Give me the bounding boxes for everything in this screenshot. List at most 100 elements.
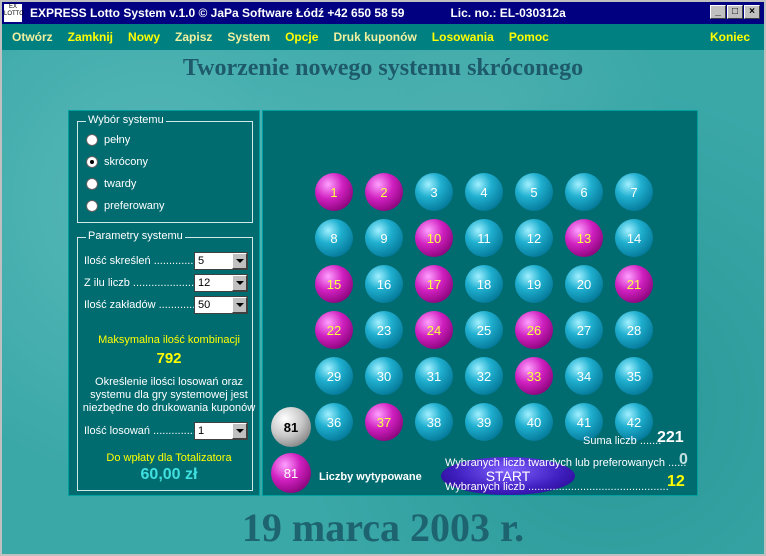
app-logo-icon[interactable]: EX LOTTO	[4, 4, 24, 22]
draws-note: Określenie ilości losowań oraz systemu d…	[82, 376, 256, 414]
menu-bar: Otwórz Zamknij Nowy Zapisz System Opcje …	[2, 24, 764, 50]
number-ball-33[interactable]: 33	[515, 357, 553, 395]
draws-select[interactable]: 1	[194, 422, 248, 440]
radio-checked-icon[interactable]	[86, 156, 98, 168]
number-ball-26[interactable]: 26	[515, 311, 553, 349]
chosen-numbers-value: 12	[667, 473, 685, 490]
params-title: Parametry systemu	[86, 230, 185, 242]
radio-reduced[interactable]: skrócony	[86, 156, 148, 168]
number-ball-7[interactable]: 7	[615, 173, 653, 211]
menu-options[interactable]: Opcje	[285, 30, 318, 44]
bets-select[interactable]: 50	[194, 296, 248, 314]
number-ball-9[interactable]: 9	[365, 219, 403, 257]
number-ball-32[interactable]: 32	[465, 357, 503, 395]
number-ball-17[interactable]: 17	[415, 265, 453, 303]
settings-panel: Wybór systemu pełny skrócony twardy pref…	[68, 110, 260, 496]
marks-select[interactable]: 5	[194, 252, 248, 270]
legend-selected-label: Liczby wytypowane	[319, 471, 422, 483]
number-ball-6[interactable]: 6	[565, 173, 603, 211]
maximize-button[interactable]: □	[727, 5, 743, 19]
chosen-count-ball: 81	[271, 453, 311, 493]
radio-hard[interactable]: twardy	[86, 178, 136, 190]
radio-icon[interactable]	[86, 134, 98, 146]
number-ball-11[interactable]: 11	[465, 219, 503, 257]
chosen-numbers-label: Wybranych liczb ........................…	[445, 481, 669, 493]
number-ball-25[interactable]: 25	[465, 311, 503, 349]
number-board-panel: 1 2 3 4 5 6 7 8 9 10 11 12 13 14 15 16 17 18 19 20 21 22 23 24 2…	[262, 110, 698, 496]
menu-draws[interactable]: Losowania	[432, 30, 494, 44]
number-ball-39[interactable]: 39	[465, 403, 503, 441]
number-ball-38[interactable]: 38	[415, 403, 453, 441]
max-combinations-label: Maksymalna ilość kombinacji	[98, 334, 240, 346]
params-group: Parametry systemu Ilość skreśleń .......…	[77, 230, 256, 491]
param-bets-row: Ilość zakładów ............ 50	[84, 296, 252, 314]
sum-label: Suma liczb .......	[583, 435, 662, 447]
hard-preferred-value: 0	[679, 451, 688, 468]
menu-help[interactable]: Pomoc	[509, 30, 549, 44]
chevron-down-icon[interactable]	[232, 275, 247, 291]
number-ball-15[interactable]: 15	[315, 265, 353, 303]
menu-open[interactable]: Otwórz	[12, 30, 53, 44]
menu-print-coupons[interactable]: Druk kuponów	[333, 30, 416, 44]
number-ball-22[interactable]: 22	[315, 311, 353, 349]
number-ball-20[interactable]: 20	[565, 265, 603, 303]
number-ball-8[interactable]: 8	[315, 219, 353, 257]
sum-value: 221	[657, 429, 684, 446]
number-ball-30[interactable]: 30	[365, 357, 403, 395]
license-number: Lic. no.: EL-030312a	[450, 6, 566, 20]
number-ball-4[interactable]: 4	[465, 173, 503, 211]
menu-system[interactable]: System	[227, 30, 270, 44]
number-ball-27[interactable]: 27	[565, 311, 603, 349]
number-ball-28[interactable]: 28	[615, 311, 653, 349]
from-numbers-select[interactable]: 12	[194, 274, 248, 292]
number-ball-40[interactable]: 40	[515, 403, 553, 441]
number-ball-18[interactable]: 18	[465, 265, 503, 303]
date-label: 19 marca 2003 r.	[241, 505, 525, 550]
menu-close[interactable]: Zamknij	[68, 30, 113, 44]
param-from-row: Z ilu liczb .................... 12	[84, 274, 252, 292]
chevron-down-icon[interactable]	[232, 253, 247, 269]
number-ball-14[interactable]: 14	[615, 219, 653, 257]
page-title: Tworzenie nowego systemu skróconego	[182, 55, 584, 81]
number-ball-10[interactable]: 10	[415, 219, 453, 257]
radio-icon[interactable]	[86, 178, 98, 190]
drawn-count-ball: 81	[271, 407, 311, 447]
menu-exit[interactable]: Koniec	[710, 30, 750, 44]
number-ball-13[interactable]: 13	[565, 219, 603, 257]
number-ball-5[interactable]: 5	[515, 173, 553, 211]
number-ball-24[interactable]: 24	[415, 311, 453, 349]
menu-save[interactable]: Zapisz	[175, 30, 212, 44]
max-combinations-value: 792	[156, 350, 182, 367]
param-marks-row: Ilość skreśleń .............. 5	[84, 252, 252, 270]
radio-icon[interactable]	[86, 200, 98, 212]
payment-label: Do wpłaty dla Totalizatora	[106, 452, 232, 464]
hard-preferred-label: Wybranych liczb twardych lub preferowany…	[445, 457, 687, 469]
number-ball-16[interactable]: 16	[365, 265, 403, 303]
number-ball-37[interactable]: 37	[365, 403, 403, 441]
menu-new[interactable]: Nowy	[128, 30, 160, 44]
number-ball-36[interactable]: 36	[315, 403, 353, 441]
system-choice-group: Wybór systemu pełny skrócony twardy pref…	[77, 114, 253, 223]
number-ball-21[interactable]: 21	[615, 265, 653, 303]
payment-value: 60,00 zł	[140, 466, 198, 483]
number-ball-1[interactable]: 1	[315, 173, 353, 211]
radio-full[interactable]: pełny	[86, 134, 130, 146]
number-ball-3[interactable]: 3	[415, 173, 453, 211]
minimize-button[interactable]: _	[710, 5, 726, 19]
radio-preferred[interactable]: preferowany	[86, 200, 165, 212]
main-area: Tworzenie nowego systemu skróconego Wybó…	[2, 50, 764, 554]
number-ball-12[interactable]: 12	[515, 219, 553, 257]
number-ball-31[interactable]: 31	[415, 357, 453, 395]
window-title: EXPRESS Lotto System v.1.0 © JaPa Softwa…	[30, 6, 405, 20]
close-button[interactable]: ×	[744, 5, 760, 19]
system-choice-title: Wybór systemu	[86, 114, 166, 126]
chevron-down-icon[interactable]	[232, 423, 247, 439]
number-ball-35[interactable]: 35	[615, 357, 653, 395]
number-ball-34[interactable]: 34	[565, 357, 603, 395]
title-bar: EX LOTTO EXPRESS Lotto System v.1.0 © Ja…	[0, 0, 766, 24]
number-ball-19[interactable]: 19	[515, 265, 553, 303]
number-ball-2[interactable]: 2	[365, 173, 403, 211]
chevron-down-icon[interactable]	[232, 297, 247, 313]
number-ball-29[interactable]: 29	[315, 357, 353, 395]
number-ball-23[interactable]: 23	[365, 311, 403, 349]
